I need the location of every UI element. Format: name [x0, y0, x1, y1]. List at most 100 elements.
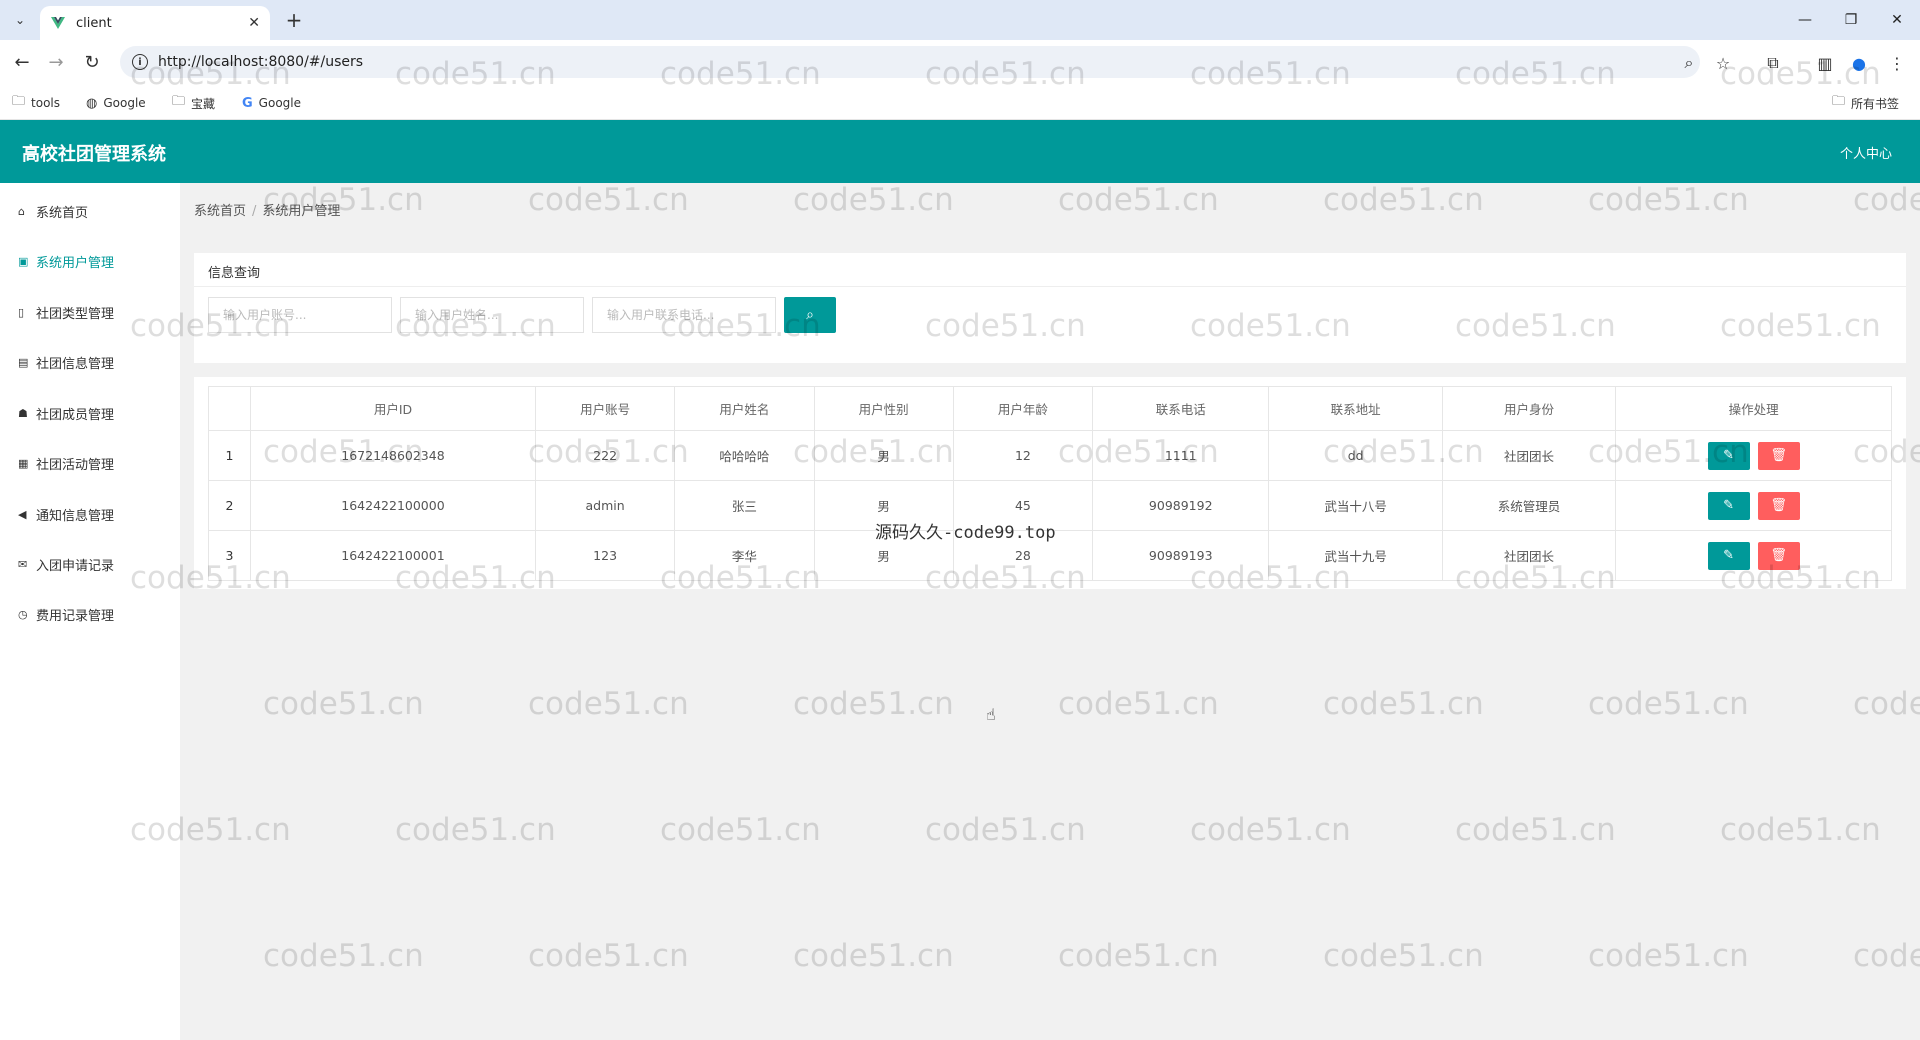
address-bar[interactable]: i http://localhost:8080/#/users: [120, 46, 1700, 78]
cell-address: dd: [1268, 430, 1443, 481]
back-icon[interactable]: ←: [10, 50, 34, 74]
user-card-icon: ▣: [18, 254, 29, 268]
cell-user-id: 1642422100000: [250, 480, 536, 531]
sidebar: ⌂ 系统首页 ▣ 系统用户管理 ▯ 社团类型管理 ▤ 社团信息管理 ☗ 社团成员管理 ▦ 社…: [0, 183, 180, 1040]
document-icon: ▯: [18, 305, 25, 319]
edit-button[interactable]: ✎: [1707, 441, 1750, 470]
cell-phone: 1111: [1092, 430, 1270, 481]
sidebar-item-activities[interactable]: ▦ 社团活动管理: [18, 451, 114, 475]
cell-user-id: 1642422100001: [250, 530, 536, 581]
site-info-icon[interactable]: i: [132, 54, 148, 70]
user-center-link[interactable]: 个人中心: [1840, 143, 1892, 162]
breadcrumb-separator: /: [252, 204, 257, 219]
cell-account: 123: [534, 530, 676, 581]
trash-icon: 🗑: [1770, 497, 1787, 513]
url-text: http://localhost:8080/#/users: [158, 54, 364, 70]
delete-button[interactable]: 🗑: [1757, 541, 1800, 570]
globe-icon: ◍: [86, 95, 98, 111]
header-age: 用户年龄: [952, 386, 1094, 431]
calendar-icon: ▦: [18, 456, 29, 470]
cell-name: 张三: [674, 480, 815, 531]
sidebar-item-club-types[interactable]: ▯ 社团类型管理: [18, 300, 114, 324]
header-address: 联系地址: [1268, 386, 1443, 431]
cell-role: 社团团长: [1441, 430, 1617, 481]
app-title: 高校社团管理系统: [22, 144, 166, 165]
sidebar-item-applications[interactable]: ✉ 入团申请记录: [18, 552, 114, 576]
header-account: 用户账号: [534, 386, 676, 431]
breadcrumb: 系统首页 / 系统用户管理: [194, 200, 340, 219]
forward-icon[interactable]: →: [44, 50, 68, 74]
bookmark-tools[interactable]: 🗀 tools: [12, 92, 60, 114]
table-header-row: 用户ID 用户账号 用户姓名 用户性别 用户年龄 联系电话 联系地址 用户身份 …: [208, 386, 1892, 431]
vue-icon: [51, 17, 65, 29]
users-table: 用户ID 用户账号 用户姓名 用户性别 用户年龄 联系电话 联系地址 用户身份 …: [208, 386, 1892, 581]
sidebar-item-users[interactable]: ▣ 系统用户管理: [18, 249, 114, 273]
sidebar-item-fees[interactable]: ◷ 费用记录管理: [18, 602, 114, 626]
bookmark-google[interactable]: ◍ Google: [86, 92, 146, 114]
sidebar-item-notices[interactable]: ◀ 通知信息管理: [18, 502, 114, 526]
extensions-icon[interactable]: ⧉: [1762, 52, 1784, 74]
window-close-icon[interactable]: ✕: [1874, 0, 1920, 40]
center-watermark: 源码久久-code99.top: [875, 523, 1056, 543]
edit-button[interactable]: ✎: [1707, 541, 1750, 570]
delete-button[interactable]: 🗑: [1757, 491, 1800, 520]
profile-icon[interactable]: ●: [1848, 52, 1870, 74]
name-search-input[interactable]: [400, 297, 584, 333]
star-icon[interactable]: ☆: [1712, 52, 1734, 74]
sidebar-item-home[interactable]: ⌂ 系统首页: [18, 199, 88, 223]
delete-button[interactable]: 🗑: [1757, 441, 1800, 470]
bookmark-google-2[interactable]: G Google: [242, 92, 301, 114]
sidebar-item-club-info[interactable]: ▤ 社团信息管理: [18, 350, 114, 374]
cell-role: 社团团长: [1441, 530, 1617, 581]
sidebar-item-members[interactable]: ☗ 社团成员管理: [18, 401, 114, 425]
trash-icon: 🗑: [1770, 547, 1787, 563]
megaphone-icon: ◀: [18, 507, 27, 521]
header-user-id: 用户ID: [250, 386, 536, 431]
cell-name: 李华: [674, 530, 815, 581]
browser-tab[interactable]: client ✕: [40, 6, 270, 40]
cell-account: admin: [534, 480, 676, 531]
edit-button[interactable]: ✎: [1707, 491, 1750, 520]
search-button[interactable]: ⌕: [784, 297, 836, 333]
edit-icon: ✎: [1723, 497, 1735, 513]
menu-icon[interactable]: ⋮: [1886, 52, 1908, 74]
zoom-icon[interactable]: ⌕: [1678, 52, 1700, 74]
cell-index: 3: [208, 530, 251, 581]
bookmark-baozang[interactable]: 🗀 宝藏: [172, 92, 215, 114]
search-icon: ⌕: [806, 307, 814, 323]
tab-close-icon[interactable]: ✕: [248, 15, 260, 31]
new-tab-button[interactable]: +: [282, 8, 306, 32]
phone-search-input[interactable]: [592, 297, 776, 333]
cell-phone: 90989193: [1092, 530, 1270, 581]
breadcrumb-home[interactable]: 系统首页: [194, 204, 246, 219]
cell-role: 系统管理员: [1441, 480, 1617, 531]
cell-gender: 男: [813, 430, 954, 481]
cell-index: 1: [208, 430, 251, 481]
account-search-input[interactable]: [208, 297, 392, 333]
cursor-icon: ☝: [986, 705, 996, 724]
google-icon: G: [242, 95, 253, 111]
cell-actions: ✎ 🗑: [1615, 480, 1892, 531]
header-role: 用户身份: [1441, 386, 1617, 431]
cell-age: 12: [952, 430, 1094, 481]
sidepanel-icon[interactable]: ▥: [1814, 52, 1836, 74]
trash-icon: 🗑: [1770, 447, 1787, 463]
reload-icon[interactable]: ↻: [80, 50, 104, 74]
cell-name: 哈哈哈哈: [674, 430, 815, 481]
tab-search-icon[interactable]: ⌄: [8, 8, 32, 32]
cell-address: 武当十九号: [1268, 530, 1443, 581]
tab-title: client: [76, 15, 112, 31]
browser-tab-bar: ⌄ client ✕ + — ❐ ✕: [0, 0, 1920, 40]
folder-icon: 🗀: [172, 94, 186, 109]
folder-icon: 🗀: [1832, 94, 1846, 109]
bus-icon: ▤: [18, 355, 29, 369]
minimize-icon[interactable]: —: [1782, 0, 1828, 40]
table-row: 1 1672148602348 222 哈哈哈哈 男 12 1111 dd 社团…: [208, 430, 1892, 481]
header-phone: 联系电话: [1092, 386, 1270, 431]
all-bookmarks[interactable]: 🗀 所有书签: [1832, 92, 1899, 114]
cell-actions: ✎ 🗑: [1615, 530, 1892, 581]
cell-actions: ✎ 🗑: [1615, 430, 1892, 481]
envelope-icon: ✉: [18, 557, 28, 571]
edit-icon: ✎: [1723, 447, 1735, 463]
restore-icon[interactable]: ❐: [1828, 0, 1874, 40]
